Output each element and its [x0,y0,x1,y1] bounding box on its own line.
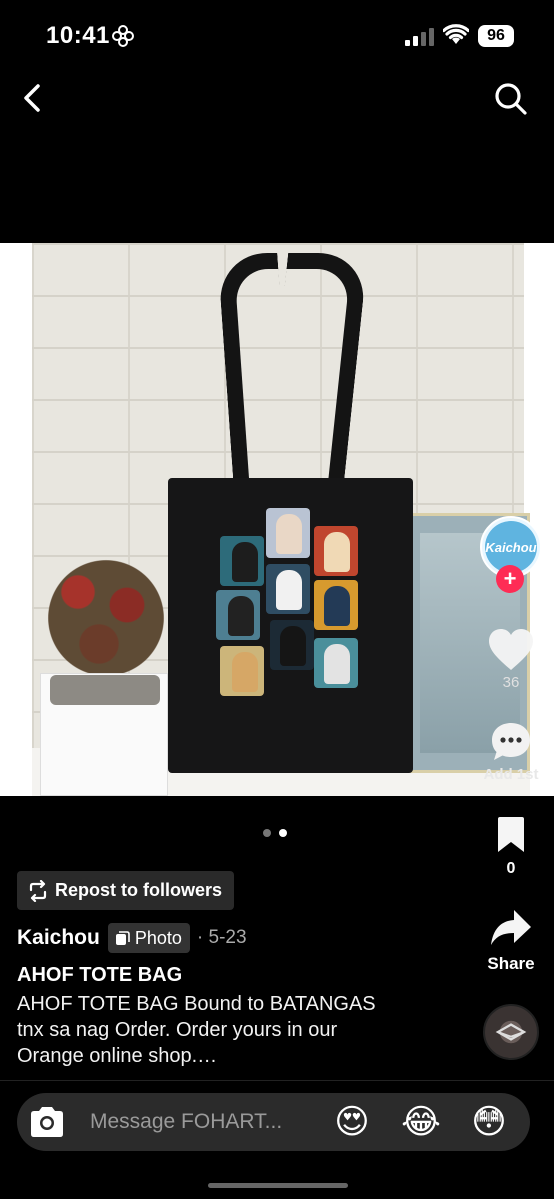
back-icon[interactable] [18,80,48,116]
photo-tag-label: Photo [134,927,182,948]
bag-print [210,508,368,708]
divider [0,1080,554,1081]
like-count: 36 [502,674,520,691]
carousel-dot-active[interactable] [279,829,287,837]
share-icon[interactable] [489,908,533,948]
bookmark-icon[interactable] [495,816,527,854]
print-character [276,570,302,610]
flushed-emoji-button[interactable]: 😳 [469,1102,509,1142]
author-row: Kaichou Photo · 5-23 [17,921,247,955]
post-photo[interactable] [0,243,554,796]
wifi-icon [443,24,469,44]
message-input[interactable] [90,1106,315,1138]
heart-eyes-emoji-button[interactable]: 😍 [332,1102,372,1142]
print-character [232,652,258,692]
repost-icon [29,879,47,902]
flower-icon [112,25,134,47]
bookmark-count: 0 [506,860,516,877]
music-disc-icon[interactable] [483,1004,539,1060]
post-title: AHOF TOTE BAG [17,964,183,986]
carousel-dot[interactable] [263,829,271,837]
repost-button[interactable]: Repost to followers [17,871,234,910]
comment-icon[interactable] [489,720,533,764]
repost-label: Repost to followers [55,880,223,900]
camera-icon[interactable] [27,1104,67,1140]
status-bar: 10:41 96 [0,0,554,70]
print-character [324,532,350,572]
print-character [232,542,258,582]
print-character [280,626,306,666]
print-character [324,644,350,684]
post-date: · 5-23 [196,927,247,948]
comment-label: Add 1st [483,766,539,783]
carousel-indicator [263,829,287,837]
heart-icon[interactable] [487,628,535,672]
photo-tag: Photo [107,923,190,953]
search-icon[interactable] [492,80,528,116]
print-character [276,514,302,554]
home-indicator [208,1183,348,1188]
print-character [228,596,254,636]
post-description[interactable]: AHOF TOTE BAG Bound to BATANGAS tnx sa n… [17,991,407,1069]
follow-button[interactable]: + [496,565,524,593]
plant-foliage [36,553,176,683]
photo-stack-icon [115,930,130,945]
battery-indicator: 96 [478,25,514,47]
username[interactable]: Kaichou [17,926,100,950]
signal-icon [405,28,434,46]
plant-soil [50,675,160,705]
share-label: Share [487,954,535,973]
print-character [324,586,350,626]
laughing-emoji-button[interactable]: 😂 [401,1102,441,1142]
clock-time: 10:41 [46,22,110,49]
photo-border-left [0,243,32,796]
